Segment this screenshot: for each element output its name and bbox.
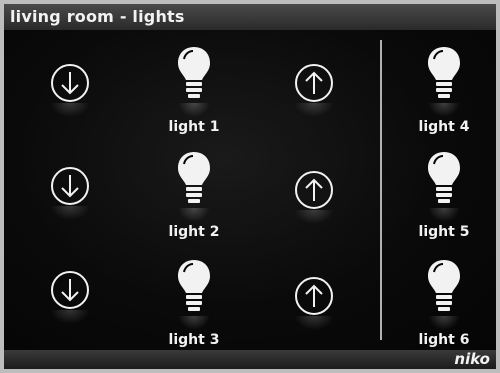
dim-down-button-2[interactable] — [50, 166, 90, 220]
reflection — [178, 103, 210, 117]
light-label: light 2 — [168, 224, 220, 240]
arrow-down-circle-icon — [51, 64, 89, 102]
reflection — [178, 316, 210, 330]
reflection — [50, 103, 90, 117]
column-divider — [380, 40, 382, 340]
reflection — [294, 210, 334, 224]
light-label: light 4 — [418, 119, 470, 135]
lights-panel: light 1 light 4 light 2 light 5 light 3 … — [4, 30, 496, 350]
light-label: light 6 — [418, 332, 470, 348]
light-3[interactable]: light 3 — [154, 258, 234, 358]
lightbulb-icon — [428, 260, 460, 311]
reflection — [50, 310, 90, 324]
light-1[interactable]: light 1 — [154, 45, 234, 145]
light-5[interactable]: light 5 — [404, 150, 484, 250]
lightbulb-icon — [428, 47, 460, 98]
light-label: light 5 — [418, 224, 470, 240]
light-label: light 1 — [168, 119, 220, 135]
arrow-down-circle-icon — [51, 167, 89, 205]
arrow-up-circle-icon — [295, 171, 333, 209]
light-label: light 3 — [168, 332, 220, 348]
dim-up-button-3[interactable] — [294, 276, 334, 330]
footer-bar: niko — [4, 350, 496, 369]
arrow-down-circle-icon — [51, 271, 89, 309]
dim-up-button-1[interactable] — [294, 63, 334, 117]
page-title: living room - lights — [10, 7, 185, 26]
reflection — [178, 208, 210, 222]
light-4[interactable]: light 4 — [404, 45, 484, 145]
arrow-up-circle-icon — [295, 277, 333, 315]
lightbulb-icon — [178, 260, 210, 311]
light-6[interactable]: light 6 — [404, 258, 484, 358]
reflection — [50, 206, 90, 220]
lightbulb-icon — [178, 152, 210, 203]
light-2[interactable]: light 2 — [154, 150, 234, 250]
lightbulb-icon — [178, 47, 210, 98]
brand-logo: niko — [454, 350, 490, 368]
reflection — [294, 316, 334, 330]
reflection — [294, 103, 334, 117]
reflection — [428, 316, 460, 330]
title-bar: living room - lights — [4, 4, 496, 31]
dim-down-button-3[interactable] — [50, 270, 90, 324]
reflection — [428, 103, 460, 117]
lightbulb-icon — [428, 152, 460, 203]
arrow-up-circle-icon — [295, 64, 333, 102]
reflection — [428, 208, 460, 222]
dim-up-button-2[interactable] — [294, 170, 334, 224]
app-window: living room - lights light 1 light 4 lig… — [4, 4, 496, 369]
dim-down-button-1[interactable] — [50, 63, 90, 117]
